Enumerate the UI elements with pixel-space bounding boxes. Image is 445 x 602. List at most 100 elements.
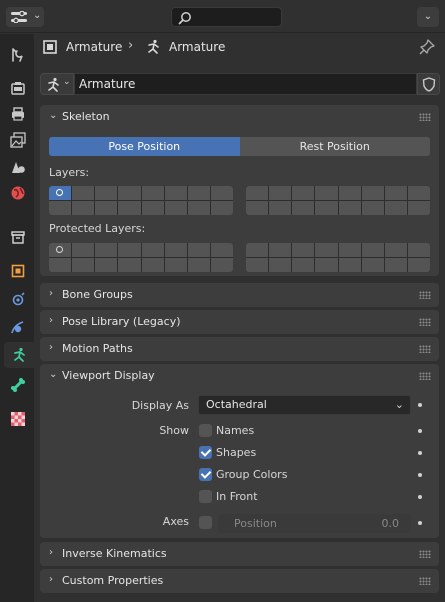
layer-cell[interactable] (361, 243, 384, 257)
layer-cell[interactable] (338, 258, 361, 272)
layer-cell[interactable] (141, 186, 164, 200)
layer-cell[interactable] (269, 258, 292, 272)
layer-cell[interactable] (246, 186, 269, 200)
layer-cell[interactable] (118, 258, 141, 272)
pose-library-panel[interactable]: › Pose Library (Legacy) (40, 310, 439, 334)
layer-cell[interactable] (72, 201, 95, 215)
layer-cell[interactable] (49, 201, 72, 215)
fake-user-toggle[interactable] (417, 73, 440, 95)
layer-cell[interactable] (269, 186, 292, 200)
layer-cell[interactable] (269, 243, 292, 257)
drag-handle-icon[interactable] (419, 113, 431, 121)
layer-cell[interactable] (210, 243, 233, 257)
rest-position-button[interactable]: Rest Position (239, 137, 430, 156)
layer-cell[interactable] (164, 201, 187, 215)
layer-cell[interactable] (164, 186, 187, 200)
group-colors-checkbox[interactable] (199, 468, 212, 481)
layer-cell[interactable] (315, 258, 338, 272)
layer-cell[interactable] (338, 201, 361, 215)
drag-handle-icon[interactable] (419, 345, 431, 353)
layer-cell[interactable] (118, 186, 141, 200)
layer-cell[interactable] (338, 186, 361, 200)
editor-type-selector[interactable]: ⌄ (6, 7, 44, 27)
layer-cell[interactable] (141, 201, 164, 215)
layer-cell[interactable] (49, 258, 72, 272)
drag-handle-icon[interactable] (419, 291, 431, 299)
custom-properties-panel[interactable]: › Custom Properties (40, 569, 439, 593)
tab-tool[interactable] (4, 42, 32, 68)
tab-output[interactable] (4, 101, 32, 127)
layer-cell[interactable] (246, 258, 269, 272)
tab-armature-data[interactable] (4, 342, 34, 368)
layer-cell[interactable] (118, 243, 141, 257)
drag-handle-icon[interactable] (419, 550, 431, 558)
layer-cell[interactable] (384, 186, 407, 200)
layer-cell[interactable] (292, 258, 315, 272)
tab-collection[interactable] (4, 224, 32, 250)
datablock-name-field[interactable]: Armature (74, 73, 417, 95)
pose-position-button[interactable]: Pose Position (49, 137, 240, 156)
tab-texture[interactable] (4, 406, 32, 432)
pin-icon[interactable] (419, 39, 435, 55)
bone-groups-panel[interactable]: › Bone Groups (40, 283, 439, 307)
layer-cell[interactable] (210, 201, 233, 215)
tab-render[interactable] (4, 75, 32, 101)
display-as-dropdown[interactable]: Octahedral ⌄ (198, 395, 411, 415)
layer-cell[interactable] (187, 201, 210, 215)
inverse-kinematics-panel[interactable]: › Inverse Kinematics (40, 542, 439, 566)
tab-object[interactable] (4, 258, 32, 284)
tab-modifier[interactable] (4, 287, 32, 313)
layer-cell[interactable] (246, 201, 269, 215)
layer-cell[interactable] (187, 243, 210, 257)
layer-cell[interactable] (49, 243, 72, 257)
layer-cell[interactable] (361, 258, 384, 272)
layer-cell[interactable] (210, 258, 233, 272)
layer-cell[interactable] (407, 258, 430, 272)
layer-cell[interactable] (141, 258, 164, 272)
layer-cell[interactable] (384, 201, 407, 215)
in-front-checkbox[interactable] (199, 490, 212, 503)
layer-cell[interactable] (95, 201, 118, 215)
tab-world[interactable] (4, 180, 32, 206)
layer-cell[interactable] (269, 201, 292, 215)
layer-cell[interactable] (164, 258, 187, 272)
layer-cell[interactable] (49, 186, 72, 200)
keyframe-dot-icon[interactable] (418, 403, 422, 407)
layer-cell[interactable] (361, 186, 384, 200)
layer-cell[interactable] (338, 243, 361, 257)
layer-cell[interactable] (315, 243, 338, 257)
layer-cell[interactable] (141, 243, 164, 257)
layer-cell[interactable] (118, 201, 141, 215)
drag-handle-icon[interactable] (419, 372, 431, 380)
drag-handle-icon[interactable] (419, 318, 431, 326)
layer-cell[interactable] (187, 258, 210, 272)
layer-cell[interactable] (292, 186, 315, 200)
layer-cell[interactable] (164, 243, 187, 257)
keyframe-dot-icon[interactable] (418, 495, 422, 499)
layer-cell[interactable] (72, 186, 95, 200)
names-checkbox[interactable] (199, 424, 212, 437)
drag-handle-icon[interactable] (419, 577, 431, 585)
layer-cell[interactable] (72, 243, 95, 257)
header-options-dropdown[interactable]: ⌄ (417, 7, 439, 27)
viewport-display-header[interactable]: ⌄ Viewport Display (40, 364, 439, 388)
layer-cell[interactable] (315, 186, 338, 200)
layer-cell[interactable] (72, 258, 95, 272)
layer-cell[interactable] (384, 258, 407, 272)
motion-paths-panel[interactable]: › Motion Paths (40, 337, 439, 361)
layer-cell[interactable] (384, 243, 407, 257)
tab-physics[interactable] (4, 315, 32, 341)
keyframe-dot-icon[interactable] (418, 429, 422, 433)
axes-checkbox[interactable] (199, 516, 212, 529)
layer-cell[interactable] (315, 201, 338, 215)
layer-cell[interactable] (407, 243, 430, 257)
layer-cell[interactable] (361, 201, 384, 215)
layer-cell[interactable] (95, 243, 118, 257)
keyframe-dot-icon[interactable] (418, 451, 422, 455)
browse-datablock-button[interactable]: ⌄ (40, 73, 74, 95)
layer-cell[interactable] (407, 201, 430, 215)
tab-scene[interactable] (4, 154, 32, 180)
shapes-checkbox[interactable] (199, 446, 212, 459)
layer-cell[interactable] (95, 258, 118, 272)
tab-view-layer[interactable] (4, 127, 32, 153)
